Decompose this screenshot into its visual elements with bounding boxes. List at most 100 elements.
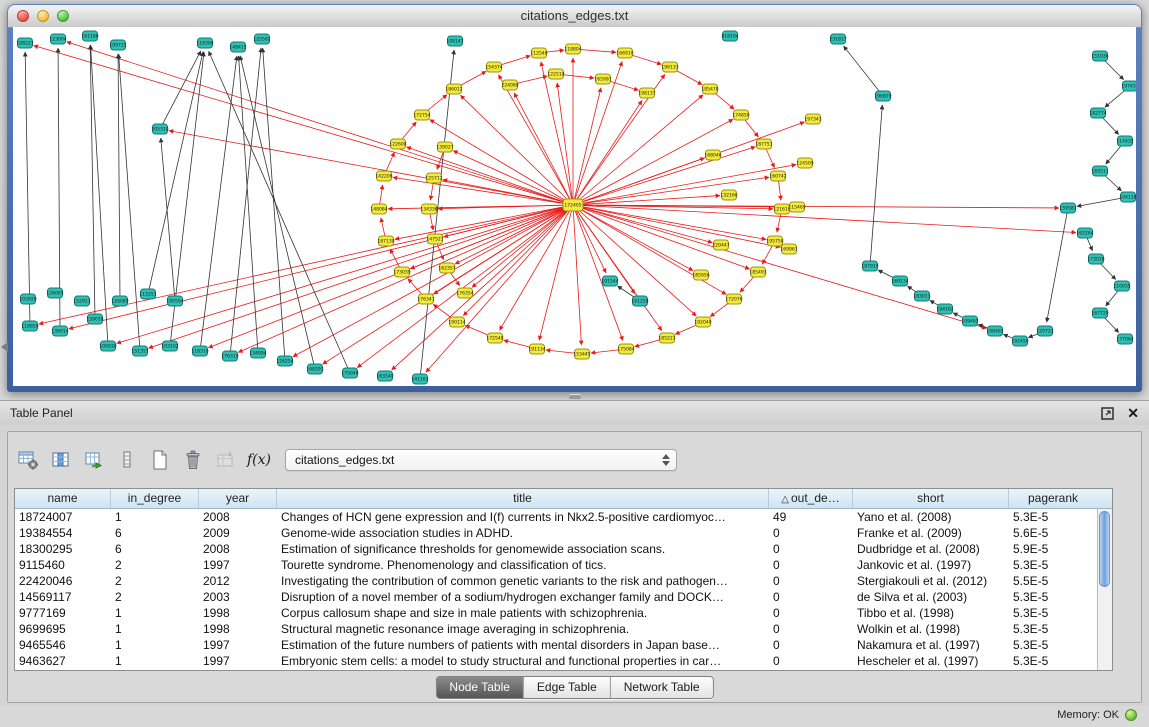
graph-node[interactable]: 160742: [769, 171, 786, 181]
graph-node[interactable]: 118306: [196, 38, 213, 48]
graph-node[interactable]: 126089: [111, 296, 128, 306]
graph-node[interactable]: 103920: [19, 294, 36, 304]
graph-node[interactable]: 121618: [773, 204, 790, 214]
graph-node[interactable]: 198137: [638, 88, 655, 98]
graph-node[interactable]: 108221: [16, 38, 33, 48]
graph-node[interactable]: 185493: [749, 267, 766, 277]
table-cell[interactable]: 5.3E-5: [1009, 605, 1097, 621]
graph-node[interactable]: 151357: [131, 346, 148, 356]
tab-node-table[interactable]: Node Table: [436, 677, 523, 698]
graph-node[interactable]: 147521: [426, 234, 443, 244]
table-cell[interactable]: 2: [111, 557, 199, 573]
table-cell[interactable]: 1997: [199, 557, 277, 573]
graph-node[interactable]: 167729: [1091, 308, 1108, 318]
graph-node[interactable]: 153445: [573, 349, 590, 359]
graph-node[interactable]: 115469: [788, 202, 805, 212]
table-cell[interactable]: 1998: [199, 621, 277, 637]
table-cell[interactable]: 6: [111, 541, 199, 557]
graph-node[interactable]: 114435: [1116, 136, 1133, 146]
graph-node[interactable]: 126254: [276, 356, 293, 366]
table-cell[interactable]: 9465546: [15, 637, 111, 653]
graph-node[interactable]: 182774: [1089, 108, 1106, 118]
table-cell[interactable]: 0: [769, 589, 853, 605]
table-cell[interactable]: Yano et al. (2008): [853, 509, 1009, 525]
graph-node[interactable]: 191544: [601, 276, 618, 286]
graph-node[interactable]: 192040: [694, 317, 711, 327]
column-header-title[interactable]: title: [277, 489, 769, 508]
network-table-select[interactable]: citations_edges.txt: [285, 449, 677, 471]
graph-node[interactable]: 172754: [413, 110, 430, 120]
graph-node[interactable]: 169961: [780, 244, 797, 254]
table-row[interactable]: 969969511998Structural magnetic resonanc…: [15, 621, 1097, 637]
tab-network-table[interactable]: Network Table: [610, 677, 713, 698]
graph-node[interactable]: 122518: [547, 69, 564, 79]
table-cell[interactable]: Changes of HCN gene expression and I(f) …: [277, 509, 769, 525]
graph-node[interactable]: 109465: [961, 316, 978, 326]
graph-node[interactable]: 161186: [81, 31, 98, 41]
table-cell[interactable]: Stergiakouli et al. (2012): [853, 573, 1009, 589]
table-cell[interactable]: 2: [111, 589, 199, 605]
table-cell[interactable]: 1: [111, 621, 199, 637]
table-row[interactable]: 1872400712008Changes of HCN gene express…: [15, 509, 1097, 525]
table-cell[interactable]: Tourette syndrome. Phenomenology and cla…: [277, 557, 769, 573]
table-cell[interactable]: Corpus callosum shape and size in male p…: [277, 605, 769, 621]
graph-node[interactable]: 224088: [501, 80, 518, 90]
graph-node[interactable]: 165991: [594, 74, 611, 84]
graph-node[interactable]: 195758: [766, 236, 783, 246]
graph-node[interactable]: 186012: [445, 84, 462, 94]
zoom-window-button[interactable]: [57, 10, 69, 22]
table-cell[interactable]: 1: [111, 653, 199, 669]
graph-node[interactable]: 159018: [86, 314, 103, 324]
graph-node[interactable]: 125582: [253, 34, 270, 44]
graph-node[interactable]: 126065: [46, 288, 63, 298]
new-document-icon[interactable]: [148, 448, 172, 472]
table-cell[interactable]: 0: [769, 525, 853, 541]
vertical-scrollbar[interactable]: [1097, 509, 1112, 670]
graph-node[interactable]: 104118: [1119, 192, 1136, 202]
graph-node[interactable]: 139014: [51, 326, 68, 336]
table-cell[interactable]: Genome-wide association studies in ADHD.: [277, 525, 769, 541]
table-cell[interactable]: 1997: [199, 637, 277, 653]
column-header-in-degree[interactable]: in_degree: [111, 489, 199, 508]
close-panel-icon[interactable]: ✕: [1127, 406, 1139, 420]
graph-node[interactable]: 152913: [73, 296, 90, 306]
graph-node[interactable]: 183511: [1091, 166, 1108, 176]
table-cell[interactable]: 1998: [199, 605, 277, 621]
table-cell[interactable]: 14569117: [15, 589, 111, 605]
graph-node[interactable]: 185223: [658, 333, 675, 343]
table-cell[interactable]: 0: [769, 621, 853, 637]
split-pane-handle[interactable]: [569, 394, 581, 399]
minimize-window-button[interactable]: [37, 10, 49, 22]
column-header-year[interactable]: year: [199, 489, 277, 508]
graph-node[interactable]: 148415: [229, 42, 246, 52]
graph-node[interactable]: 118850: [21, 321, 38, 331]
graph-node[interactable]: 123004: [49, 34, 66, 44]
table-cell[interactable]: 19384554: [15, 525, 111, 541]
column-header-short[interactable]: short: [853, 489, 1009, 508]
graph-node[interactable]: 161228: [631, 296, 648, 306]
table-cell[interactable]: 5.3E-5: [1009, 637, 1097, 653]
scrollbar-thumb[interactable]: [1099, 511, 1110, 587]
collapse-panel-arrow[interactable]: [1, 342, 8, 352]
column-header-out-de-[interactable]: △out_de…: [769, 489, 853, 508]
table-row[interactable]: 2242004622012Investigating the contribut…: [15, 573, 1097, 589]
graph-node[interactable]: 196879: [874, 91, 891, 101]
graph-node[interactable]: 142206: [375, 171, 392, 181]
table-cell[interactable]: 18724007: [15, 509, 111, 525]
graph-node[interactable]: 109725: [109, 40, 126, 50]
table-cell[interactable]: 1997: [199, 653, 277, 669]
graph-node[interactable]: 110035: [1113, 281, 1130, 291]
graph-node[interactable]: 190594: [166, 296, 183, 306]
table-cell[interactable]: 2003: [199, 589, 277, 605]
graph-node[interactable]: 100930: [99, 341, 116, 351]
table-cell[interactable]: Estimation of the future numbers of pati…: [277, 637, 769, 653]
graph-node[interactable]: 191134: [528, 344, 545, 354]
graph-node[interactable]: 177064: [1116, 334, 1133, 344]
graph-node[interactable]: 132166: [720, 190, 737, 200]
table-cell[interactable]: 9699695: [15, 621, 111, 637]
table-cell[interactable]: 5.3E-5: [1009, 589, 1097, 605]
table-cell[interactable]: 2009: [199, 525, 277, 541]
create-column-icon[interactable]: [82, 448, 106, 472]
graph-node[interactable]: 163540: [376, 371, 393, 381]
graph-node[interactable]: 185956: [692, 270, 709, 280]
